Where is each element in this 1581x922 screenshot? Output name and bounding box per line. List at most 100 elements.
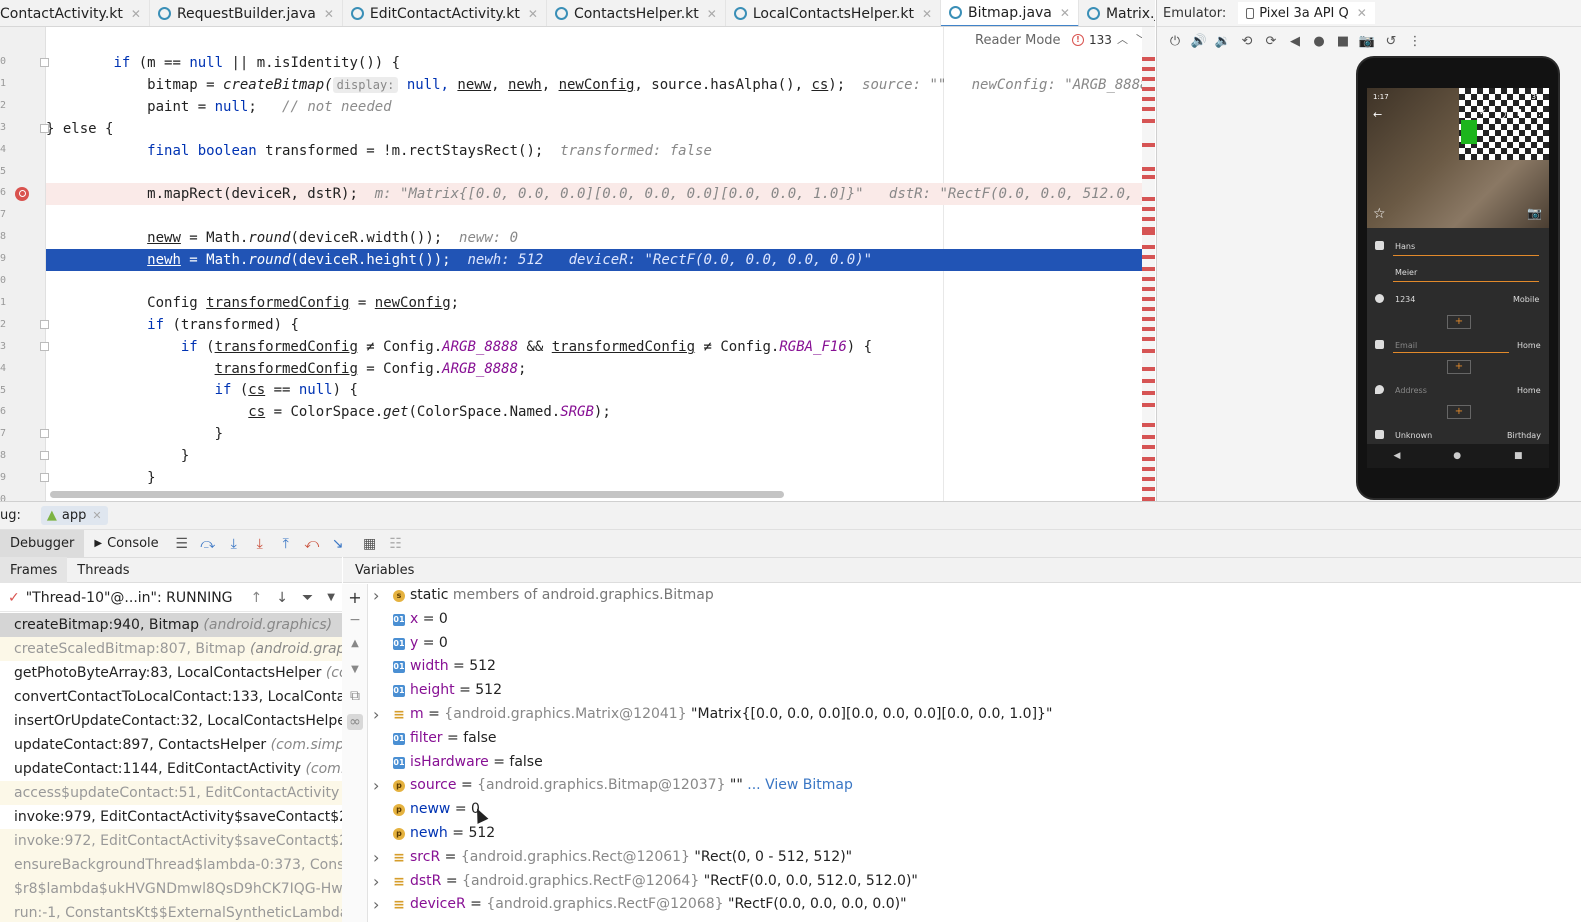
tab-debugger[interactable]: Debugger <box>0 529 85 558</box>
email-type-selector[interactable]: Home <box>1517 341 1541 350</box>
layout-menu-icon[interactable]: ☰ <box>169 536 195 552</box>
close-icon[interactable]: ✕ <box>922 7 932 21</box>
code-area[interactable]: if (m == null || m.isIdentity()) { bitma… <box>46 27 1142 501</box>
expand-arrow-icon[interactable]: › <box>373 703 379 727</box>
rotate-left-icon[interactable]: ⟲ <box>1235 34 1259 49</box>
snapshot-icon[interactable]: ↺ <box>1379 34 1403 49</box>
step-over-icon[interactable]: ⤼ <box>195 536 221 552</box>
error-stripe-mark[interactable] <box>1142 175 1155 179</box>
expand-arrow-icon[interactable]: › <box>373 870 379 894</box>
variables-tree[interactable]: › s static members of android.graphics.Bit… <box>369 584 1581 922</box>
variable-row[interactable]: › m = {android.graphics.Matrix@12041} "Ma… <box>369 703 1581 727</box>
variable-row[interactable]: 01 y = 0 <box>369 632 1581 656</box>
volume-up-icon[interactable]: 🔊 <box>1187 34 1211 49</box>
editor-tab[interactable]: LocalContactsHelper.kt ✕ <box>726 0 942 26</box>
close-icon[interactable]: ✕ <box>131 7 141 21</box>
view-bitmap-link[interactable]: ... View Bitmap <box>747 777 853 793</box>
debug-session-tab[interactable]: ▲ app ✕ <box>40 506 108 525</box>
stack-frame[interactable]: invoke:979, EditContactActivity$saveCont… <box>0 805 342 829</box>
error-stripe-mark[interactable] <box>1142 379 1155 383</box>
power-icon[interactable]: ⏻ <box>1163 34 1187 49</box>
share-icon[interactable]: ⤴ <box>1499 108 1508 121</box>
error-stripe-mark[interactable] <box>1142 119 1155 123</box>
variable-row[interactable]: › s static members of android.graphics.Bit… <box>369 584 1581 608</box>
variable-row[interactable]: p neww = 0 <box>369 798 1581 822</box>
variable-row[interactable]: 01 width = 512 <box>369 655 1581 679</box>
variable-row[interactable]: › dstR = {android.graphics.RectF@12064} "… <box>369 870 1581 894</box>
error-stripe-mark[interactable] <box>1142 231 1155 235</box>
error-stripe-mark[interactable] <box>1142 337 1155 341</box>
volume-down-icon[interactable]: 🔉 <box>1211 34 1235 49</box>
step-out-icon[interactable]: ⤒ <box>273 536 299 552</box>
code-editor[interactable]: 0 1 2 3 4 5 6 7 8 9 0 1 2 3 4 5 6 7 8 9 0 if (m == null || m… <box>0 27 1155 501</box>
phone-type-selector[interactable]: Mobile <box>1513 295 1539 304</box>
reader-mode-button[interactable]: Reader Mode <box>975 33 1061 48</box>
variable-row[interactable]: 01 x = 0 <box>369 608 1581 632</box>
error-stripe-mark[interactable] <box>1142 317 1155 321</box>
error-stripe-mark[interactable] <box>1142 207 1155 211</box>
add-address-button[interactable]: + <box>1447 405 1471 419</box>
error-stripe-mark[interactable] <box>1142 487 1155 491</box>
horizontal-scrollbar[interactable] <box>50 491 784 498</box>
stack-frame[interactable]: getPhotoByteArray:83, LocalContactsHelpe… <box>0 661 342 685</box>
overflow-icon[interactable]: ⋮ <box>1535 108 1544 118</box>
frames-list[interactable]: createBitmap:940, Bitmap (android.graphi… <box>0 613 342 922</box>
expand-arrow-icon[interactable]: › <box>373 774 379 798</box>
more-icon[interactable]: ⋮ <box>1403 34 1427 49</box>
error-stripe-mark[interactable] <box>1142 57 1155 61</box>
error-stripe-mark[interactable] <box>1142 477 1155 481</box>
stack-frame[interactable]: $r8$lambda$ukHVGNDmwl8QsD9hCK7IQG-Hwww <box>0 877 342 901</box>
email-field[interactable]: Email <box>1395 341 1417 350</box>
error-stripe-mark[interactable] <box>1142 255 1155 259</box>
editor-tab[interactable]: ContactActivity.kt ✕ <box>0 0 150 26</box>
variable-row[interactable]: 01 filter = false <box>369 727 1581 751</box>
save-check-icon[interactable]: ✓ <box>1479 108 1487 118</box>
evaluate-expression-icon[interactable]: ▦ <box>357 536 383 552</box>
close-icon[interactable]: ✕ <box>1357 6 1367 20</box>
error-stripe-mark[interactable] <box>1142 143 1155 147</box>
move-down-icon[interactable]: ▼ <box>347 664 363 675</box>
variable-row[interactable]: › srcR = {android.graphics.Rect@12061} "R… <box>369 846 1581 870</box>
error-stripe-mark[interactable] <box>1142 167 1155 171</box>
editor-tab[interactable]: EditContactActivity.kt ✕ <box>343 0 547 26</box>
move-up-icon[interactable]: ▲ <box>347 638 363 649</box>
close-icon[interactable]: ✕ <box>324 7 334 21</box>
editor-tab[interactable]: Bitmap.java ✕ <box>941 0 1079 26</box>
stack-frame[interactable]: convertContactToLocalContact:133, LocalC… <box>0 685 342 709</box>
nav-recents-icon[interactable]: ■ <box>1514 451 1523 461</box>
expand-arrow-icon[interactable]: › <box>373 846 379 870</box>
error-stripe-mark[interactable] <box>1142 349 1155 353</box>
run-to-cursor-icon[interactable]: ↘ <box>325 536 351 552</box>
error-stripe-mark[interactable] <box>1142 467 1155 471</box>
drop-frame-icon[interactable]: ⤺ <box>299 536 325 552</box>
error-stripe-mark[interactable] <box>1142 287 1155 291</box>
back-icon[interactable]: ◀ <box>1283 34 1307 49</box>
error-stripe-mark[interactable] <box>1142 423 1155 427</box>
change-photo-icon[interactable]: 📷 <box>1527 206 1542 220</box>
editor-tab[interactable]: RequestBuilder.java ✕ <box>150 0 343 26</box>
stack-frame[interactable]: invoke:972, EditContactActivity$saveCont… <box>0 829 342 853</box>
add-phone-button[interactable]: + <box>1447 315 1471 329</box>
variable-row[interactable]: › deviceR = {android.graphics.RectF@12068… <box>369 893 1581 917</box>
event-date-field[interactable]: Unknown <box>1395 431 1432 440</box>
filter-icon[interactable]: ⏷ <box>302 590 313 606</box>
close-icon[interactable]: ✕ <box>1060 6 1070 20</box>
last-name-field[interactable]: Meier <box>1395 268 1417 277</box>
tab-threads[interactable]: Threads <box>67 557 139 583</box>
error-stripe-mark[interactable] <box>1142 435 1155 439</box>
stack-frame[interactable]: updateContact:897, ContactsHelper (com.s… <box>0 733 342 757</box>
error-stripe-mark[interactable] <box>1142 197 1155 201</box>
variable-row[interactable]: 01 isHardware = false <box>369 751 1581 775</box>
error-stripe-mark[interactable] <box>1142 445 1155 449</box>
watches-toggle-icon[interactable]: ∞ <box>347 714 363 730</box>
force-step-into-icon[interactable]: ⤓ <box>247 536 273 552</box>
variable-row[interactable]: p newh = 512 <box>369 822 1581 846</box>
nav-home-icon[interactable]: ● <box>1453 451 1461 461</box>
overview-icon[interactable]: ■ <box>1331 34 1355 49</box>
error-stripe-mark[interactable] <box>1142 277 1155 281</box>
stack-frame[interactable]: insertOrUpdateContact:32, LocalContactsH… <box>0 709 342 733</box>
copy-icon[interactable]: ⧉ <box>347 688 363 704</box>
rotate-right-icon[interactable]: ⟳ <box>1259 34 1283 49</box>
tab-console[interactable]: ▶ Console <box>84 530 168 558</box>
close-icon[interactable]: ✕ <box>528 7 538 21</box>
